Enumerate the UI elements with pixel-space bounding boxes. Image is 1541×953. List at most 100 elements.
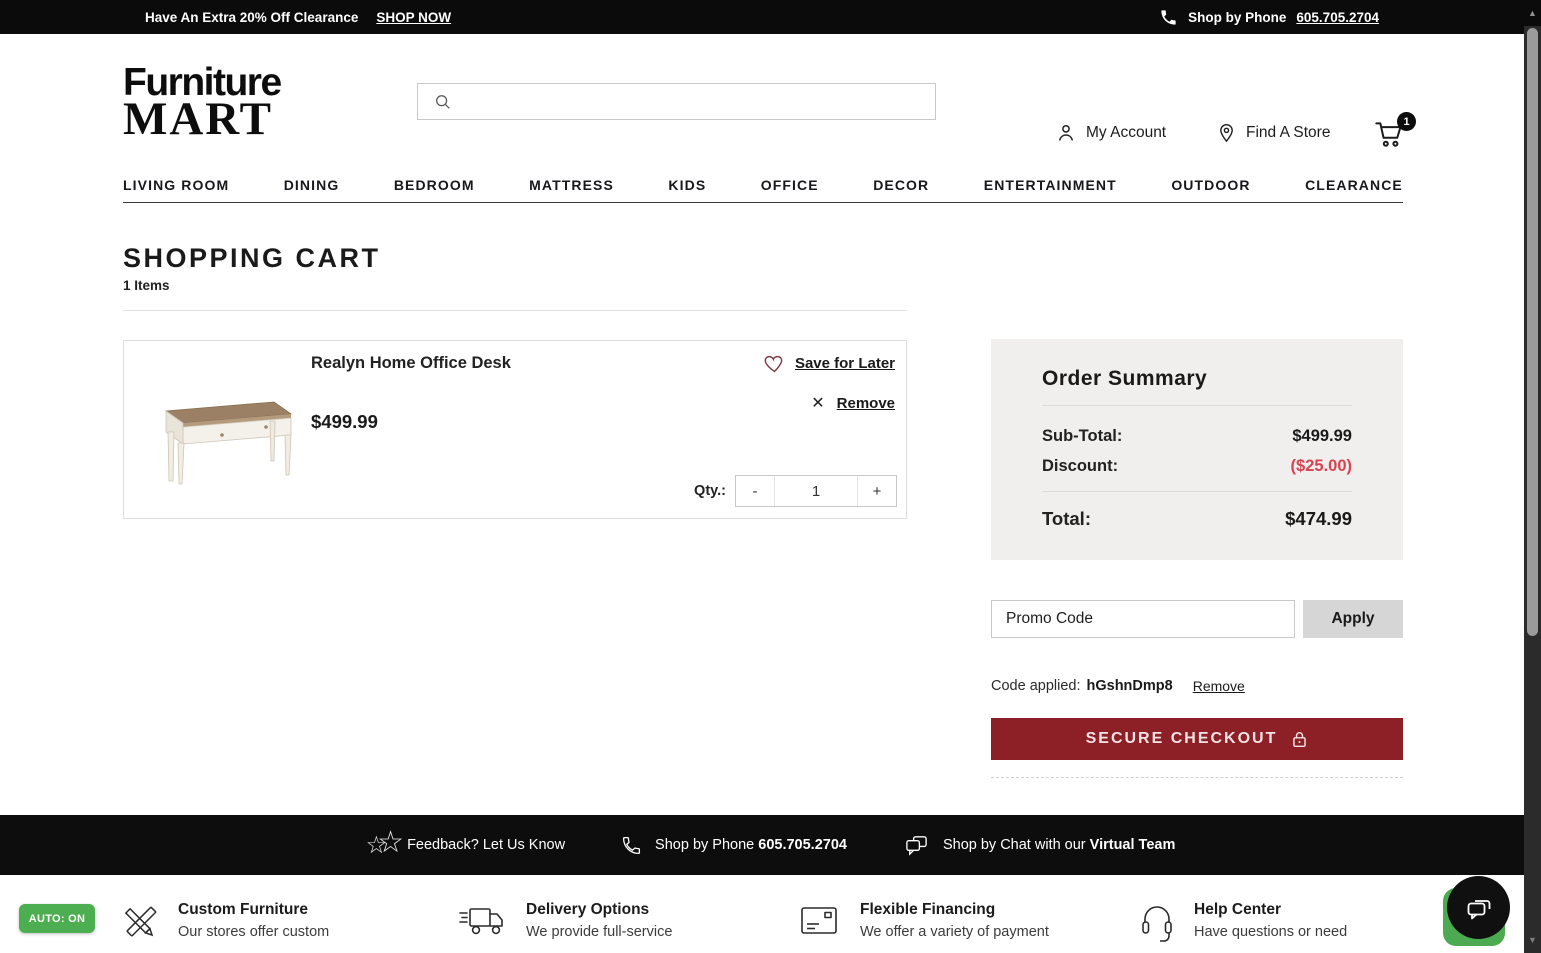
credit-card-icon xyxy=(798,901,842,941)
qty-increase-button[interactable]: + xyxy=(858,476,896,506)
band-chat-prefix: Shop by Chat with our xyxy=(942,837,1086,853)
site-header: Furniture MART My Account Find A Store 1 xyxy=(0,34,1541,165)
page-scrollbar[interactable]: ▲ ▼ xyxy=(1524,0,1541,953)
feature-title: Flexible Financing xyxy=(860,901,996,918)
order-summary: Order Summary Sub-Total: $499.99 Discoun… xyxy=(991,339,1403,560)
cart-count-badge: 1 xyxy=(1397,112,1416,131)
scroll-up-arrow-icon[interactable]: ▲ xyxy=(1524,0,1541,26)
quantity-row: Qty.: - + xyxy=(694,475,897,507)
divider xyxy=(123,310,907,311)
remove-code-link[interactable]: Remove xyxy=(1193,678,1245,694)
qty-input[interactable] xyxy=(774,476,858,506)
items-count: 1 Items xyxy=(123,278,170,293)
shop-by-phone-link[interactable]: Shop by Phone 605.705.2704 xyxy=(621,835,847,856)
nav-item-office[interactable]: OFFICE xyxy=(761,177,819,193)
lock-icon xyxy=(1291,730,1308,749)
logo-text-mart: MART xyxy=(123,93,273,145)
my-account-label: My Account xyxy=(1086,124,1167,141)
total-label: Total: xyxy=(1042,508,1091,529)
qty-decrease-button[interactable]: - xyxy=(736,476,774,506)
my-account-link[interactable]: My Account xyxy=(1055,122,1166,144)
feature-help-center[interactable]: Help Center Have questions or need xyxy=(1138,901,1347,945)
feedback-label: Feedback? Let Us Know xyxy=(407,837,566,853)
remove-item-label: Remove xyxy=(836,394,895,412)
nav-item-clearance[interactable]: CLEARANCE xyxy=(1305,177,1403,193)
nav-item-mattress[interactable]: MATTRESS xyxy=(529,177,614,193)
chat-icon xyxy=(1464,894,1494,922)
quantity-stepper: - + xyxy=(735,475,897,507)
applied-code-row: Code applied: hGshnDmp8 Remove xyxy=(991,678,1245,694)
band-chat-bold: Virtual Team xyxy=(1089,837,1176,853)
feature-delivery-options[interactable]: Delivery Options We provide full-service xyxy=(458,901,672,941)
search-input[interactable] xyxy=(462,84,935,119)
feature-title: Help Center xyxy=(1194,901,1281,918)
shop-now-link[interactable]: SHOP NOW xyxy=(376,10,451,25)
shop-by-phone-label: Shop by Phone xyxy=(1188,9,1287,25)
promo-code-input[interactable] xyxy=(991,600,1295,638)
auto-on-badge[interactable]: AUTO: ON xyxy=(19,904,95,933)
subtotal-row: Sub-Total: $499.99 xyxy=(1042,427,1352,446)
subtotal-label: Sub-Total: xyxy=(1042,427,1123,445)
feature-desc: Our stores offer custom xyxy=(178,924,330,940)
nav-item-dining[interactable]: DINING xyxy=(284,177,340,193)
nav-item-bedroom[interactable]: BEDROOM xyxy=(394,177,475,193)
nav-item-decor[interactable]: DECOR xyxy=(873,177,929,193)
cart-item-card: Realyn Home Office Desk $499.99 Save for… xyxy=(123,340,907,519)
stars-icon: ☆ ☆ xyxy=(365,825,404,859)
feature-custom-furniture[interactable]: Custom Furniture Our stores offer custom xyxy=(120,901,329,945)
product-price: $499.99 xyxy=(311,411,378,432)
chat-bubbles-icon xyxy=(903,833,930,858)
cart-button[interactable]: 1 xyxy=(1372,112,1416,154)
save-for-later-button[interactable]: Save for Later xyxy=(763,353,895,374)
band-phone-prefix: Shop by Phone xyxy=(655,837,755,853)
heart-icon xyxy=(763,353,786,374)
phone-number-link[interactable]: 605.705.2704 xyxy=(1296,10,1379,25)
nav-item-outdoor[interactable]: OUTDOOR xyxy=(1171,177,1250,193)
secure-checkout-label: SECURE CHECKOUT xyxy=(1085,730,1278,747)
phone-icon xyxy=(621,835,642,856)
chat-launcher-circle xyxy=(1447,876,1510,939)
truck-icon xyxy=(458,901,508,941)
furniture-mart-logo[interactable]: Furniture MART xyxy=(123,63,282,145)
contact-band: ☆ ☆ Feedback? Let Us Know Shop by Phone 6… xyxy=(0,815,1541,875)
divider xyxy=(1042,405,1352,406)
total-value: $474.99 xyxy=(1285,508,1352,529)
product-image-desk[interactable] xyxy=(144,369,309,487)
discount-row: Discount: ($25.00) xyxy=(1042,457,1352,476)
divider xyxy=(991,777,1403,778)
nav-item-entertainment[interactable]: ENTERTAINMENT xyxy=(984,177,1117,193)
promo-message: Have An Extra 20% Off Clearance xyxy=(145,9,359,25)
scrollbar-thumb[interactable] xyxy=(1527,28,1538,636)
phone-icon xyxy=(1159,8,1178,27)
primary-nav: LIVING ROOM DINING BEDROOM MATTRESS KIDS… xyxy=(123,167,1403,203)
chat-launcher-button[interactable] xyxy=(1443,876,1513,948)
shopping-cart-page: Have An Extra 20% Off Clearance SHOP NOW… xyxy=(0,0,1541,953)
remove-item-button[interactable]: ✕ Remove xyxy=(811,393,895,413)
search-icon xyxy=(434,93,452,111)
apply-promo-button[interactable]: Apply xyxy=(1303,600,1403,638)
close-icon: ✕ xyxy=(811,395,825,412)
product-name[interactable]: Realyn Home Office Desk xyxy=(311,354,511,373)
save-for-later-label: Save for Later xyxy=(794,355,895,372)
feature-desc: Have questions or need xyxy=(1194,924,1348,940)
headset-icon xyxy=(1138,901,1176,945)
find-store-link[interactable]: Find A Store xyxy=(1216,122,1330,144)
discount-label: Discount: xyxy=(1042,457,1119,475)
band-phone-text: Shop by Phone 605.705.2704 xyxy=(655,837,847,853)
scroll-down-arrow-icon[interactable]: ▼ xyxy=(1524,931,1541,949)
applied-code-value: hGshnDmp8 xyxy=(1086,678,1173,694)
shop-by-chat-link[interactable]: Shop by Chat with our Virtual Team xyxy=(903,833,1175,858)
nav-item-kids[interactable]: KIDS xyxy=(668,177,706,193)
nav-item-living-room[interactable]: LIVING ROOM xyxy=(123,177,229,193)
features-strip: AUTO: ON Custom Furniture Our stores off… xyxy=(0,875,1541,953)
band-chat-text: Shop by Chat with our Virtual Team xyxy=(943,837,1175,853)
discount-value: ($25.00) xyxy=(1290,457,1352,475)
feedback-link[interactable]: ☆ ☆ Feedback? Let Us Know xyxy=(365,825,566,860)
order-summary-title: Order Summary xyxy=(1042,367,1208,390)
secure-checkout-button[interactable]: SECURE CHECKOUT xyxy=(991,718,1403,760)
user-icon xyxy=(1055,122,1077,144)
search-box[interactable] xyxy=(417,83,936,120)
feature-title: Custom Furniture xyxy=(178,901,309,918)
feature-flexible-financing[interactable]: Flexible Financing We offer a variety of… xyxy=(798,901,1049,941)
location-pin-icon xyxy=(1216,122,1237,144)
